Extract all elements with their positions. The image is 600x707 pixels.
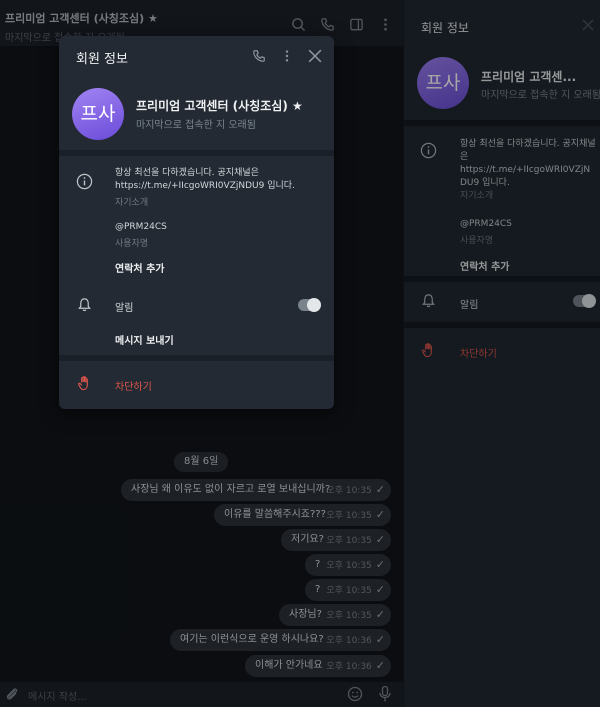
bio-line: 항상 최선을 다하겠습니다. 공지채널은 [115, 168, 259, 178]
contact-name: 프리미엄 고객센터 (사칭조심) ★ [136, 99, 303, 113]
bell-icon [77, 297, 92, 312]
info-icon [76, 173, 93, 190]
add-contact-button[interactable]: 연락처 추가 [115, 260, 164, 275]
send-message-button[interactable]: 메시지 보내기 [115, 332, 174, 347]
telegram-window: 프리미엄 고객센터 (사칭조심) ★ 마지막으로 접속한 지 오래됨 8월 6일 [0, 0, 600, 707]
notifications-label: 알림 [115, 303, 134, 314]
section-divider [59, 150, 334, 156]
contact-status: 마지막으로 접속한 지 오래됨 [136, 120, 256, 131]
username-label: 사용자명 [115, 239, 149, 249]
bio-text: 항상 최선을 다하겠습니다. 공지채널은 https://t.me/+IIcgo… [115, 167, 327, 193]
avatar[interactable]: 프사 [72, 88, 124, 140]
dialog-title: 회원 정보 [76, 52, 128, 67]
user-info-dialog: 회원 정보 프사 프리미엄 고객센터 (사칭조심) ★ 마지막으로 접속한 지 … [59, 36, 334, 409]
close-icon[interactable] [308, 49, 322, 63]
section-divider [59, 355, 334, 361]
hand-stop-icon [77, 375, 92, 391]
username[interactable]: @PRM24CS [115, 222, 167, 232]
block-user-button[interactable]: 차단하기 [115, 378, 152, 393]
more-menu-icon[interactable] [280, 49, 294, 63]
notifications-toggle[interactable] [298, 298, 321, 312]
bio-label: 자기소개 [115, 198, 149, 208]
bio-link[interactable]: https://t.me/+IIcgoWRI0VZjNDU9 입니다. [115, 180, 327, 193]
phone-icon[interactable] [252, 49, 266, 63]
